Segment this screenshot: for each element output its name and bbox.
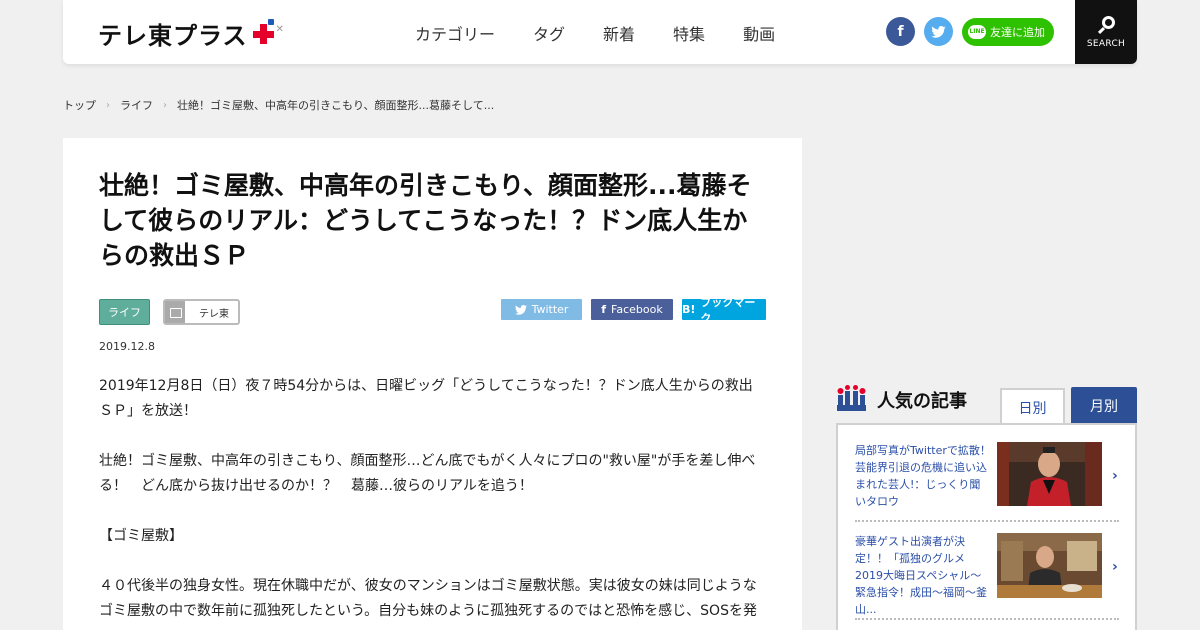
channel-tag-label: テレ東 [199,308,229,320]
ranking-item-title[interactable]: 豪華ゲスト出演者が決定！！「孤独のグルメ2019大晦日スペシャル～緊急指令！成田… [855,533,991,618]
chevron-right-icon: › [163,99,167,111]
ranking-item-title[interactable]: 局部写真がTwitterで拡散！芸能界引退の危機に追い込まれた芸人!：じっくり聞… [855,442,991,510]
twitter-icon [514,304,527,315]
nav-category[interactable]: カテゴリー [415,21,495,45]
search-label: SEARCH [1086,38,1126,49]
article-paragraph: 【ゴミ屋敷】 [99,528,183,544]
divider [855,618,1119,620]
facebook-icon[interactable]: f [886,17,915,46]
ranking-item[interactable]: 局部写真がTwitterで拡散！芸能界引退の危機に追い込まれた芸人!：じっくり聞… [855,442,1121,522]
site-logo[interactable]: テレ東プラス ✕ [98,16,284,51]
divider [855,520,1119,522]
social-links: f LINE 友達に追加 [886,17,1054,46]
site-header: テレ東プラス ✕ カテゴリー タグ 新着 特集 動画 f LINE 友達に追加 … [63,0,1137,64]
search-icon [1097,15,1115,34]
article-date: 2019.12.8 [99,340,155,353]
hatena-bookmark-label: ブックマーク [700,295,756,325]
article-title: 壮絶！ゴミ屋敷、中高年の引きこもり、顔面整形...葛藤そして彼らのリアル：どうし… [99,171,752,270]
channel-tag[interactable]: テレ東 [163,299,240,325]
chevron-right-icon: › [106,99,110,111]
article-paragraph: ４０代後半の独身女性。現在休職中だが、彼女のマンションはゴミ屋敷状態。実は彼女の… [99,578,757,619]
nav-feature[interactable]: 特集 [673,21,705,45]
breadcrumb-life[interactable]: ライフ [120,97,153,113]
nav-new[interactable]: 新着 [603,21,635,45]
chevron-right-icon[interactable]: › [1112,468,1118,484]
hatena-bookmark-button[interactable]: B! ブックマーク [682,296,766,325]
article: 壮絶！ゴミ屋敷、中高年の引きこもり、顔面整形...葛藤そして彼らのリアル：どうし… [63,138,802,630]
main-nav: カテゴリー タグ 新着 特集 動画 [415,21,813,45]
search-button[interactable]: SEARCH [1075,0,1137,64]
ranking-item-thumbnail[interactable] [997,533,1102,598]
breadcrumb-current: 壮絶！ゴミ屋敷、中高年の引きこもり、顔面整形...葛藤そして... [177,99,495,112]
twitter-share-button[interactable]: Twitter [501,299,582,320]
chevron-right-icon[interactable]: › [1112,559,1118,575]
facebook-share-button[interactable]: f Facebook [591,299,673,320]
line-icon: LINE [968,24,986,39]
ranking-item[interactable]: 豪華ゲスト出演者が決定！！「孤独のグルメ2019大晦日スペシャル～緊急指令！成田… [855,533,1121,620]
line-add-friend-button[interactable]: LINE 友達に追加 [962,17,1054,46]
breadcrumb-top[interactable]: トップ [63,97,96,113]
crown-icon [837,385,866,411]
tv-icon [165,301,185,323]
article-paragraph: 2019年12月8日（日）夜７時54分からは、日曜ビッグ「どうしてこうなった！？… [99,378,753,419]
logo-text: テレ東プラス [98,22,248,50]
tab-daily[interactable]: 日別 [1000,388,1065,425]
ranking-list: 局部写真がTwitterで拡散！芸能界引退の危機に追い込まれた芸人!：じっくり聞… [836,423,1137,630]
twitter-share-label: Twitter [531,303,569,316]
nav-tag[interactable]: タグ [533,21,565,45]
nav-video[interactable]: 動画 [743,21,775,45]
twitter-icon[interactable] [924,17,953,46]
breadcrumb: トップ › ライフ › 壮絶！ゴミ屋敷、中高年の引きこもり、顔面整形...葛藤そ… [63,97,494,113]
hatena-icon: B! [682,303,696,316]
facebook-share-label: Facebook [611,303,663,316]
ranking-item-thumbnail[interactable] [997,442,1102,506]
article-body: 2019年12月8日（日）夜７時54分からは、日曜ビッグ「どうしてこうなった！？… [99,374,765,630]
category-tag[interactable]: ライフ [99,299,150,325]
logo-plus-icon: ✕ [250,18,284,49]
facebook-icon: f [601,303,607,316]
line-add-friend-label: 友達に追加 [990,25,1045,39]
tab-monthly[interactable]: 月別 [1071,387,1137,425]
ranking-title: 人気の記事 [877,391,967,412]
article-paragraph: 壮絶！ゴミ屋敷、中高年の引きこもり、顔面整形…どん底でもがく人々にプロの"救い屋… [99,453,756,494]
